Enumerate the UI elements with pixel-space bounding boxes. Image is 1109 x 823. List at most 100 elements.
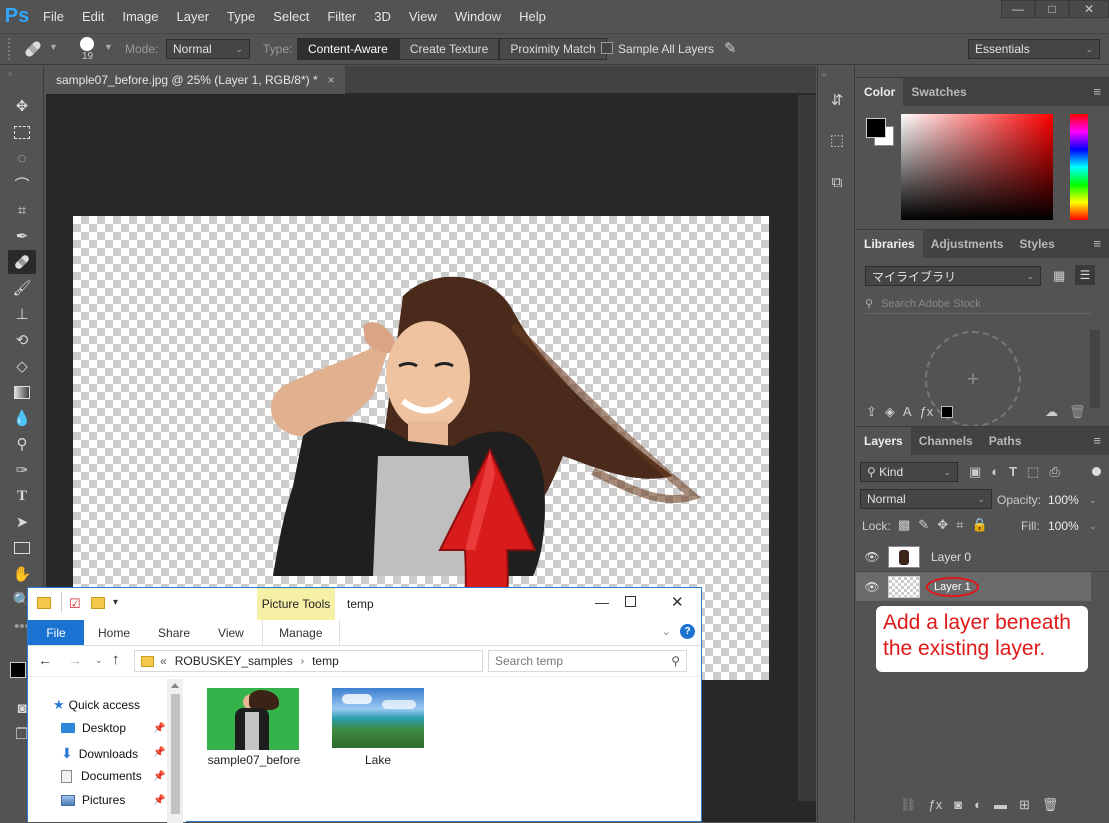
color-field[interactable] xyxy=(901,114,1053,220)
eraser-tool-icon[interactable]: ◇ xyxy=(8,354,36,378)
type-tool-icon[interactable]: T xyxy=(8,484,36,508)
tab-paths[interactable]: Paths xyxy=(981,427,1030,455)
properties-icon[interactable]: ☑ xyxy=(69,596,81,612)
3d-panel-icon[interactable]: ⬚ xyxy=(825,128,849,152)
breadcrumb-temp[interactable]: temp xyxy=(312,654,339,668)
tab-styles[interactable]: Styles xyxy=(1011,230,1062,258)
eye-icon[interactable]: 👁 xyxy=(856,550,888,564)
pen-tool-icon[interactable]: ✑ xyxy=(8,458,36,482)
menu-select[interactable]: Select xyxy=(264,0,318,33)
mode-select[interactable]: Normal ⌄ xyxy=(166,39,250,59)
creative-cloud-icon[interactable]: ☁ xyxy=(1045,404,1058,420)
recent-locations-icon[interactable]: ⌄ xyxy=(95,655,103,666)
file-name[interactable]: sample07_before xyxy=(204,753,304,767)
tab-file[interactable]: File xyxy=(28,620,84,645)
properties-panel-icon[interactable]: ⧉ xyxy=(825,170,849,194)
tab-libraries[interactable]: Libraries xyxy=(856,230,923,258)
move-tool-icon[interactable]: ✥ xyxy=(8,94,36,118)
list-view-icon[interactable]: ☰ xyxy=(1075,265,1095,285)
workspace-select[interactable]: Essentials ⌄ xyxy=(968,39,1100,59)
lock-transparency-icon[interactable]: ▩ xyxy=(898,517,910,533)
layer-style-icon[interactable]: ƒx xyxy=(929,797,943,813)
layer-style-icon[interactable]: ƒx xyxy=(920,404,934,420)
chevron-down-icon[interactable]: ⌄ xyxy=(1089,495,1097,506)
proximity-match-button[interactable]: Proximity Match xyxy=(499,38,607,60)
chevron-down-icon[interactable]: ▼ xyxy=(49,42,58,52)
menu-3d[interactable]: 3D xyxy=(365,0,400,33)
breadcrumb-robuskey[interactable]: ROBUSKEY_samples xyxy=(175,654,293,668)
upload-icon[interactable]: ⇪ xyxy=(866,404,877,420)
minimize-button[interactable]: — xyxy=(595,594,609,610)
nav-downloads[interactable]: ⬇ Downloads xyxy=(61,745,138,762)
up-arrow-icon[interactable]: ↑ xyxy=(112,651,120,668)
collapse-icon[interactable]: « xyxy=(822,70,826,79)
blend-mode-select[interactable]: Normal ⌄ xyxy=(860,489,992,509)
blur-tool-icon[interactable]: 💧 xyxy=(8,406,36,430)
tab-color[interactable]: Color xyxy=(856,78,904,106)
lock-image-icon[interactable]: ✎ xyxy=(918,517,929,533)
help-icon[interactable]: ? xyxy=(680,624,695,639)
history-panel-icon[interactable]: ⇵ xyxy=(825,88,849,112)
nav-scrollbar[interactable] xyxy=(167,679,183,823)
search-temp-field[interactable]: Search temp ⚲ xyxy=(488,650,687,672)
crop-tool-icon[interactable]: ⌗ xyxy=(8,198,36,222)
panel-menu-icon[interactable]: ≡ xyxy=(1093,236,1101,251)
vertical-scrollbar[interactable] xyxy=(798,95,816,801)
add-mask-icon[interactable]: ◙ xyxy=(954,797,962,813)
eyedropper-tool-icon[interactable]: ✒ xyxy=(8,224,36,248)
dodge-tool-icon[interactable]: ⚲ xyxy=(8,432,36,456)
file-name[interactable]: Lake xyxy=(328,753,428,767)
pin-icon[interactable]: 📌 xyxy=(153,771,165,782)
panel-menu-icon[interactable]: ≡ xyxy=(1093,433,1101,448)
rectangle-tool-icon[interactable] xyxy=(8,536,36,560)
collapse-icon[interactable]: » xyxy=(8,69,12,78)
filter-toggle[interactable] xyxy=(1092,467,1101,476)
lasso-tool-icon[interactable]: ◌ xyxy=(8,146,36,170)
tab-layers[interactable]: Layers xyxy=(856,427,911,455)
layer-row-selected[interactable]: 👁 Layer 1 xyxy=(856,572,1091,601)
paint-bucket-icon[interactable]: ◈ xyxy=(885,404,895,420)
tab-manage[interactable]: Manage xyxy=(261,620,340,645)
new-folder-icon[interactable] xyxy=(91,597,105,609)
lock-position-icon[interactable]: ✥ xyxy=(937,517,948,533)
menu-image[interactable]: Image xyxy=(113,0,167,33)
adjustment-layer-icon[interactable]: ◐ xyxy=(974,797,982,813)
forward-arrow-icon[interactable]: → xyxy=(68,652,82,668)
menu-layer[interactable]: Layer xyxy=(168,0,219,33)
eye-icon[interactable]: 👁 xyxy=(856,580,888,594)
history-brush-tool-icon[interactable]: ⟲ xyxy=(8,328,36,352)
tab-share[interactable]: Share xyxy=(144,620,204,645)
brush-tool-icon[interactable]: 🖌 xyxy=(8,276,36,300)
libraries-scrollbar[interactable] xyxy=(1090,330,1100,408)
tab-home[interactable]: Home xyxy=(84,620,144,645)
menu-file[interactable]: File xyxy=(34,0,73,33)
fill-value[interactable]: 100% xyxy=(1048,519,1079,533)
close-button[interactable]: ✕ xyxy=(671,593,684,611)
chevron-down-icon[interactable]: ⌄ xyxy=(1089,521,1097,532)
adjustment-filter-icon[interactable]: ◐ xyxy=(991,464,999,480)
create-texture-button[interactable]: Create Texture xyxy=(398,38,500,60)
menu-window[interactable]: Window xyxy=(446,0,510,33)
menu-help[interactable]: Help xyxy=(510,0,555,33)
brush-tip-icon[interactable] xyxy=(80,37,94,51)
foreground-swatch[interactable] xyxy=(866,118,886,138)
back-arrow-icon[interactable]: ← xyxy=(38,652,52,668)
menu-edit[interactable]: Edit xyxy=(73,0,113,33)
nav-quick-access[interactable]: ★ Quick access xyxy=(53,697,140,713)
nav-documents[interactable]: Documents xyxy=(61,769,142,783)
chevron-down-icon[interactable]: ▼ xyxy=(104,42,113,52)
trash-icon[interactable]: 🗑 xyxy=(1069,404,1086,420)
quick-selection-tool-icon[interactable]: ⌒ xyxy=(8,172,36,196)
tab-swatches[interactable]: Swatches xyxy=(903,78,974,106)
pressure-size-icon[interactable]: ✎ xyxy=(724,39,737,57)
menu-type[interactable]: Type xyxy=(218,0,264,33)
smart-object-filter-icon[interactable]: ⎙ xyxy=(1049,464,1059,480)
healing-brush-tool-icon[interactable] xyxy=(8,250,36,274)
document-tab[interactable]: sample07_before.jpg @ 25% (Layer 1, RGB/… xyxy=(46,66,345,94)
tab-adjustments[interactable]: Adjustments xyxy=(923,230,1012,258)
marquee-tool-icon[interactable] xyxy=(8,120,36,144)
minimize-button[interactable]: — xyxy=(1001,0,1035,18)
file-thumbnail-sample07[interactable] xyxy=(207,688,299,750)
foreground-color-swatch[interactable] xyxy=(10,662,26,678)
close-tab-icon[interactable]: × xyxy=(328,73,335,87)
